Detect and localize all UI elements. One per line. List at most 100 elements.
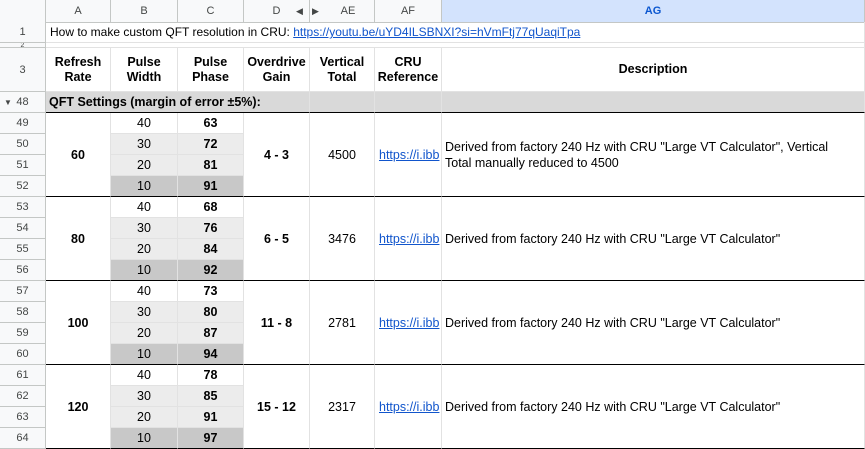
description-cell[interactable]: Derived from factory 240 Hz with CRU "La… (442, 365, 865, 449)
description-cell[interactable]: Derived from factory 240 Hz with CRU "La… (442, 197, 865, 281)
cru-reference-cell[interactable]: https://i.ibb (375, 365, 442, 449)
column-header-af[interactable]: AF (375, 0, 442, 22)
pulse-width-cell[interactable]: 40 (111, 281, 178, 302)
refresh-rate-cell[interactable]: 60 (46, 113, 111, 197)
pulse-width-cell[interactable]: 10 (111, 176, 178, 197)
pulse-width-cell[interactable]: 20 (111, 323, 178, 344)
row-header[interactable]: 52 (0, 176, 46, 197)
row-header[interactable]: 50 (0, 134, 46, 155)
column-header-ae[interactable]: AE (310, 0, 375, 22)
row-header[interactable]: 56 (0, 260, 46, 281)
pulse-width-cell[interactable]: 30 (111, 302, 178, 323)
section-band-cell[interactable] (442, 92, 865, 113)
pulse-phase-cell[interactable]: 97 (178, 428, 244, 449)
pulse-width-cell[interactable]: 40 (111, 113, 178, 134)
pulse-width-cell[interactable]: 40 (111, 197, 178, 218)
cru-reference-link[interactable]: https://i.ibb (379, 316, 439, 330)
refresh-rate-cell[interactable]: 100 (46, 281, 111, 365)
refresh-rate-cell[interactable]: 80 (46, 197, 111, 281)
overdrive-gain-cell[interactable]: 6 - 5 (244, 197, 310, 281)
pulse-width-cell[interactable]: 30 (111, 218, 178, 239)
pulse-phase-cell[interactable]: 91 (178, 407, 244, 428)
select-all-corner[interactable] (0, 0, 46, 22)
pulse-width-cell[interactable]: 20 (111, 239, 178, 260)
cru-reference-link[interactable]: https://i.ibb (379, 232, 439, 246)
row-group-toggle-icon[interactable]: ▼ (4, 92, 12, 113)
row-header-3[interactable]: 3 (0, 48, 46, 92)
header-pulse-phase[interactable]: Pulse Phase (178, 48, 244, 92)
pulse-phase-cell[interactable]: 73 (178, 281, 244, 302)
column-header-b[interactable]: B (111, 0, 178, 22)
vertical-total-cell[interactable]: 3476 (310, 197, 375, 281)
pulse-phase-cell[interactable]: 80 (178, 302, 244, 323)
pulse-phase-cell[interactable]: 94 (178, 344, 244, 365)
section-label[interactable]: QFT Settings (margin of error ±5%): (46, 92, 310, 113)
cru-reference-cell[interactable]: https://i.ibb (375, 281, 442, 365)
column-header-ag[interactable]: AG (442, 0, 865, 22)
row-header[interactable]: 60 (0, 344, 46, 365)
pulse-phase-cell[interactable]: 78 (178, 365, 244, 386)
row-header[interactable]: 54 (0, 218, 46, 239)
row-header[interactable]: 59 (0, 323, 46, 344)
row-header[interactable]: 61 (0, 365, 46, 386)
pulse-phase-cell[interactable]: 85 (178, 386, 244, 407)
pulse-width-cell[interactable]: 30 (111, 386, 178, 407)
section-band-cell[interactable] (310, 92, 375, 113)
row-header[interactable]: 58 (0, 302, 46, 323)
header-pulse-width[interactable]: Pulse Width (111, 48, 178, 92)
row-header[interactable]: 63 (0, 407, 46, 428)
row-header-48[interactable]: ▼ 48 (0, 92, 46, 113)
pulse-phase-cell[interactable]: 72 (178, 134, 244, 155)
cru-reference-cell[interactable]: https://i.ibb (375, 197, 442, 281)
vertical-total-cell[interactable]: 2781 (310, 281, 375, 365)
header-refresh-rate[interactable]: Refresh Rate (46, 48, 111, 92)
pulse-phase-cell[interactable]: 68 (178, 197, 244, 218)
pulse-width-cell[interactable]: 20 (111, 155, 178, 176)
row-header[interactable]: 55 (0, 239, 46, 260)
row-header-48-label: 48 (16, 96, 29, 108)
row-header-1[interactable]: 1 (0, 22, 46, 43)
description-cell[interactable]: Derived from factory 240 Hz with CRU "La… (442, 281, 865, 365)
header-vertical-total[interactable]: Vertical Total (310, 48, 375, 92)
pulse-phase-cell[interactable]: 76 (178, 218, 244, 239)
overdrive-gain-cell[interactable]: 4 - 3 (244, 113, 310, 197)
header-description[interactable]: Description (442, 48, 865, 92)
row-header[interactable]: 51 (0, 155, 46, 176)
pulse-width-cell[interactable]: 10 (111, 260, 178, 281)
overdrive-gain-cell[interactable]: 11 - 8 (244, 281, 310, 365)
pulse-phase-cell[interactable]: 87 (178, 323, 244, 344)
row-header[interactable]: 57 (0, 281, 46, 302)
section-band-cell[interactable] (375, 92, 442, 113)
header-overdrive-gain[interactable]: Overdrive Gain (244, 48, 310, 92)
pulse-width-cell[interactable]: 10 (111, 344, 178, 365)
pulse-phase-cell[interactable]: 63 (178, 113, 244, 134)
collapse-left-icon[interactable]: ◀ (296, 0, 303, 22)
vertical-total-cell[interactable]: 4500 (310, 113, 375, 197)
pulse-phase-cell[interactable]: 81 (178, 155, 244, 176)
pulse-phase-cell[interactable]: 92 (178, 260, 244, 281)
cru-reference-cell[interactable]: https://i.ibb (375, 113, 442, 197)
overdrive-gain-cell[interactable]: 15 - 12 (244, 365, 310, 449)
pulse-width-cell[interactable]: 10 (111, 428, 178, 449)
column-header-a[interactable]: A (46, 0, 111, 22)
pulse-phase-cell[interactable]: 84 (178, 239, 244, 260)
refresh-rate-cell[interactable]: 120 (46, 365, 111, 449)
cru-reference-link[interactable]: https://i.ibb (379, 400, 439, 414)
title-link[interactable]: https://youtu.be/uYD4ILSBNXI?si=hVmFtj77… (293, 25, 580, 39)
row-header[interactable]: 49 (0, 113, 46, 134)
row-header[interactable]: 62 (0, 386, 46, 407)
vertical-total-cell[interactable]: 2317 (310, 365, 375, 449)
column-header-c[interactable]: C (178, 0, 244, 22)
row-header[interactable]: 64 (0, 428, 46, 449)
row-header[interactable]: 53 (0, 197, 46, 218)
column-header-d-label: D (272, 5, 281, 17)
description-cell[interactable]: Derived from factory 240 Hz with CRU "La… (442, 113, 865, 197)
header-cru-reference[interactable]: CRU Reference (375, 48, 442, 92)
pulse-width-cell[interactable]: 40 (111, 365, 178, 386)
pulse-width-cell[interactable]: 20 (111, 407, 178, 428)
header-vertical-total-text: Vertical Total (319, 54, 365, 84)
title-row: How to make custom QFT resolution in CRU… (46, 22, 865, 43)
pulse-width-cell[interactable]: 30 (111, 134, 178, 155)
cru-reference-link[interactable]: https://i.ibb (379, 148, 439, 162)
pulse-phase-cell[interactable]: 91 (178, 176, 244, 197)
